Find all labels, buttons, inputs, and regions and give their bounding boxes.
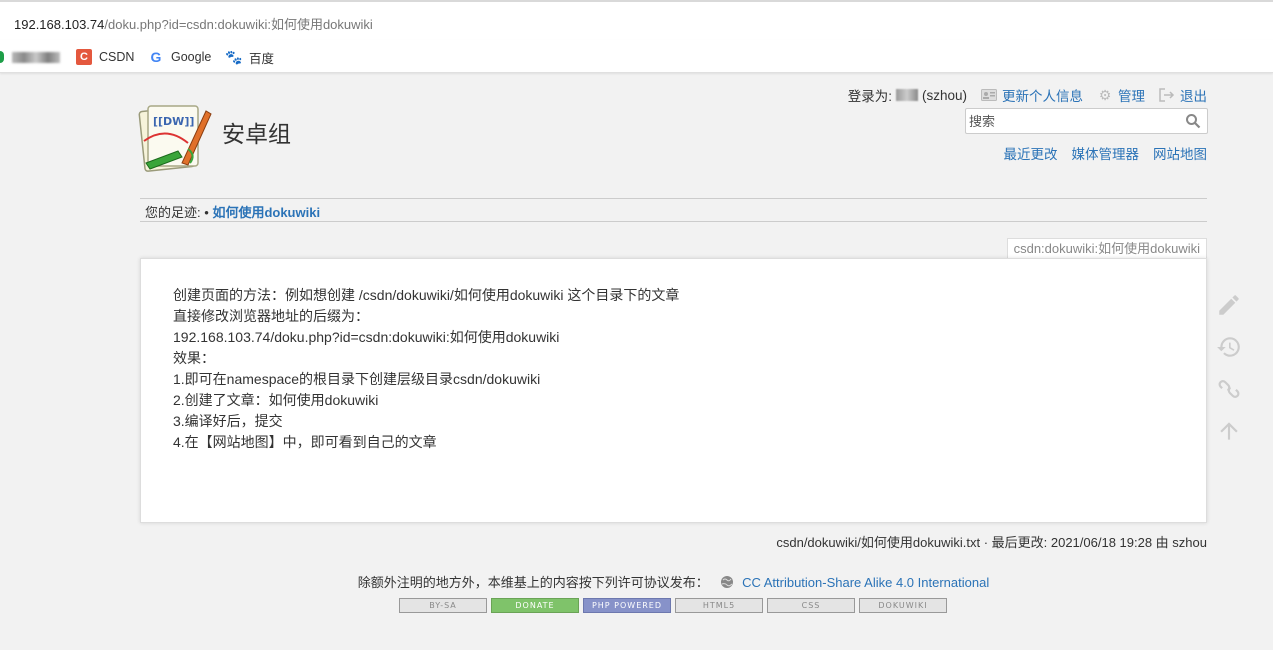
baidu-icon: 🐾 (225, 48, 243, 65)
url-text[interactable]: 192.168.103.74/doku.php?id=csdn:dokuwiki… (14, 14, 373, 33)
bookmark-label: CSDN (99, 50, 135, 64)
bookmark-label: Google (171, 50, 212, 64)
page-tools (1214, 290, 1244, 458)
logged-in-label: 登录为: (847, 89, 892, 104)
license-link[interactable]: CC Attribution-Share Alike 4.0 Internati… (742, 575, 989, 590)
logout-label: 退出 (1180, 89, 1207, 104)
history-icon[interactable] (1214, 332, 1244, 362)
logout-link[interactable]: 退出 (1159, 85, 1207, 105)
google-icon: G (150, 49, 162, 65)
bookmarks-bar: C CSDN G Google 🐾 百度 (0, 40, 1273, 73)
bookmark-label: 百度 (249, 51, 275, 66)
dokuwiki-logo[interactable]: [[DW]] (138, 103, 212, 175)
divider (140, 221, 1207, 222)
profile-card-icon (981, 88, 997, 102)
license-line: 除额外注明的地方外，本维基上的内容按下列许可协议发布： CC Attributi… (0, 572, 1273, 591)
content-line: 3.编译好后，提交 (173, 413, 283, 429)
content-line: 1.即可在namespace的根目录下创建层级目录csdn/dokuwiki (173, 371, 541, 387)
profile-link[interactable]: 更新个人信息 (981, 85, 1083, 105)
media-manager-link[interactable]: 媒体管理器 (1072, 143, 1140, 163)
article-body: 创建页面的方法：例如想创建 /csdn/dokuwiki/如何使用dokuwik… (173, 285, 679, 453)
divider (140, 198, 1207, 199)
edit-icon[interactable] (1214, 290, 1244, 320)
blurred-label (12, 51, 60, 63)
avatar (895, 89, 918, 101)
admin-link[interactable]: ⚙ 管理 (1097, 85, 1145, 105)
breadcrumb: 您的足迹: • 如何使用dokuwiki (145, 202, 320, 221)
backlinks-icon[interactable] (1214, 374, 1244, 404)
license-text: 除额外注明的地方外，本维基上的内容按下列许可协议发布： (357, 575, 709, 590)
back-to-top-icon[interactable] (1214, 416, 1244, 446)
site-tools: 最近更改 媒体管理器 网站地图 (990, 143, 1208, 163)
html5-badge[interactable]: HTML5 (675, 598, 763, 613)
search-input[interactable] (966, 109, 1176, 133)
sitemap-link[interactable]: 网站地图 (1153, 143, 1207, 163)
recent-changes-link[interactable]: 最近更改 (1004, 143, 1058, 163)
content-line: 直接修改浏览器地址的后缀为： (173, 308, 369, 324)
logged-in-as: 登录为: (szhou) (848, 85, 967, 105)
search-box (965, 108, 1208, 134)
breadcrumb-separator: • (204, 205, 209, 220)
url-path: /doku.php?id=csdn:dokuwiki:如何使用dokuwiki (104, 17, 373, 32)
bookmark-favicon (0, 51, 4, 63)
bookmark-baidu[interactable]: 🐾 百度 (225, 47, 275, 67)
page-content: 创建页面的方法：例如想创建 /csdn/dokuwiki/如何使用dokuwik… (140, 258, 1207, 523)
breadcrumb-item[interactable]: 如何使用dokuwiki (212, 205, 320, 220)
user-tools: 登录为: (szhou) 更新个人信息 ⚙ 管理 退出 (848, 85, 1207, 105)
username: (szhou) (921, 87, 967, 103)
bookmark-blurred[interactable] (0, 47, 60, 67)
cc-by-sa-badge[interactable]: BY-SA (399, 598, 487, 613)
dokuwiki-badge[interactable]: DOKUWIKI (859, 598, 947, 613)
content-line: 效果： (173, 350, 215, 366)
address-bar[interactable]: 192.168.103.74/doku.php?id=csdn:dokuwiki… (0, 0, 1273, 40)
bookmark-google[interactable]: G Google (148, 47, 212, 67)
url-host: 192.168.103.74 (14, 17, 105, 32)
content-line: 2.创建了文章：如何使用dokuwiki (173, 392, 379, 408)
doc-info: csdn/dokuwiki/如何使用dokuwiki.txt · 最后更改: 2… (776, 535, 1207, 550)
globe-icon (720, 575, 734, 589)
bookmark-csdn[interactable]: C CSDN (76, 47, 134, 67)
css-badge[interactable]: CSS (767, 598, 855, 613)
csdn-icon: C (76, 49, 92, 65)
search-icon[interactable] (1185, 113, 1201, 129)
content-line: 192.168.103.74/doku.php?id=csdn:dokuwiki… (173, 329, 560, 345)
footer-badges: BY-SA DONATE PHP POWERED HTML5 CSS DOKUW… (399, 598, 951, 613)
content-line: 创建页面的方法：例如想创建 /csdn/dokuwiki/如何使用dokuwik… (173, 287, 680, 303)
php-powered-badge[interactable]: PHP POWERED (583, 598, 671, 613)
donate-badge[interactable]: DONATE (491, 598, 579, 613)
breadcrumb-label: 您的足迹: (145, 205, 201, 220)
logout-icon (1159, 88, 1175, 102)
site-title[interactable]: 安卓组 (222, 115, 291, 149)
gear-icon: ⚙ (1098, 87, 1112, 103)
admin-label: 管理 (1118, 89, 1145, 104)
content-line: 4.在【网站地图】中，即可看到自己的文章 (173, 434, 437, 450)
profile-label: 更新个人信息 (1002, 89, 1083, 104)
page-id: csdn:dokuwiki:如何使用dokuwiki (1006, 238, 1207, 259)
svg-text:[[DW]]: [[DW]] (153, 115, 194, 128)
